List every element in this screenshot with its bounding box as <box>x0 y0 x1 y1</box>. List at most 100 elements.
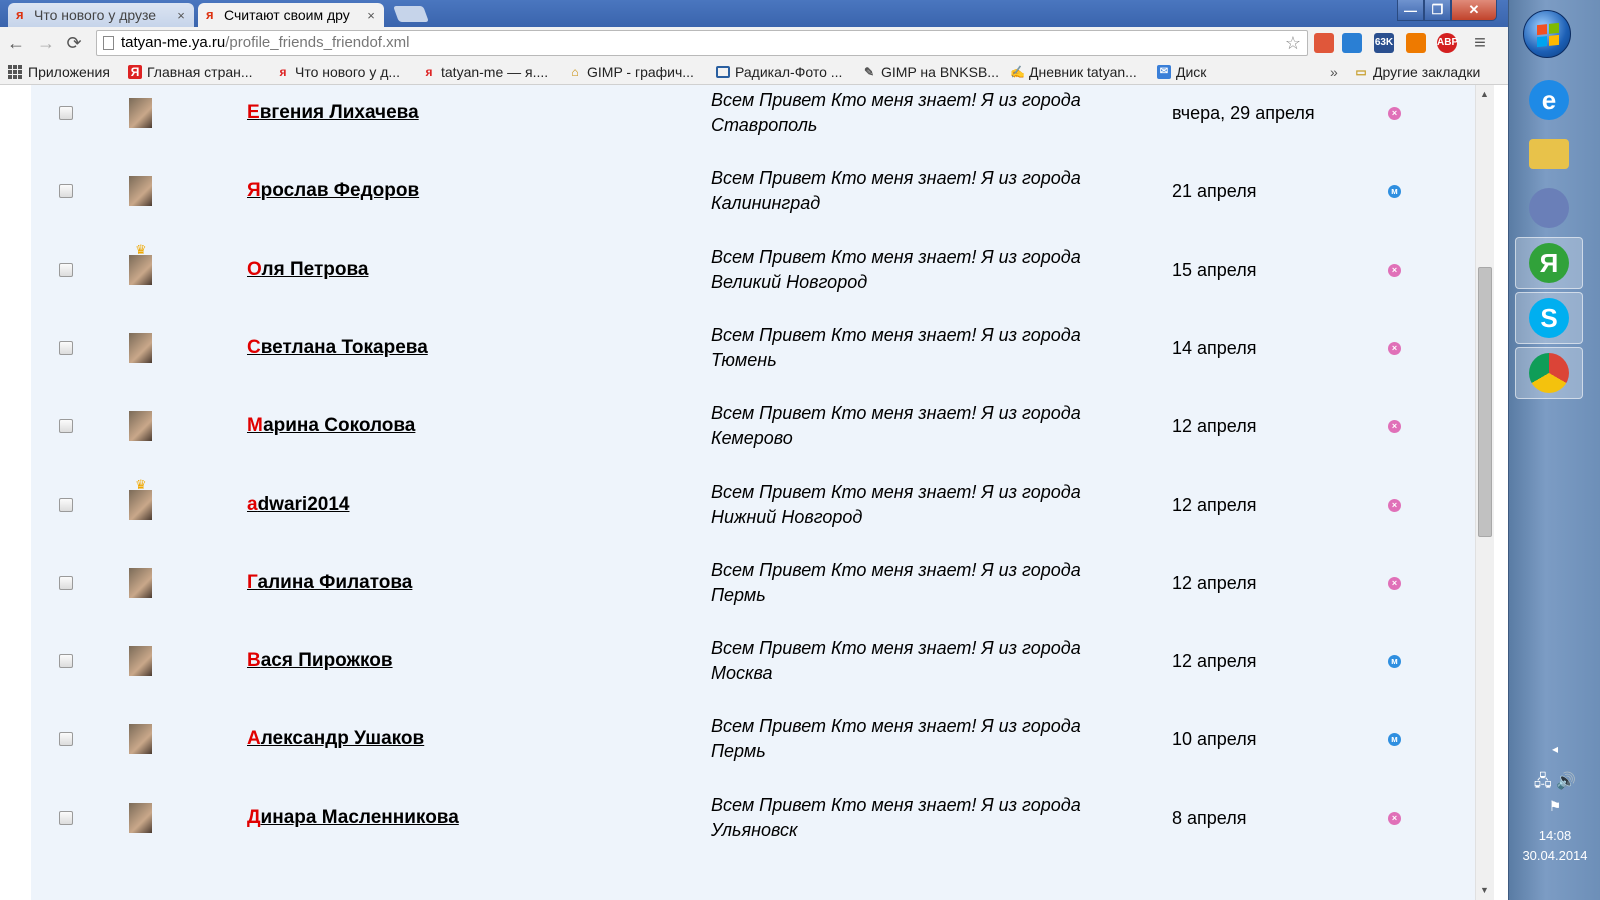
clock-time[interactable]: 14:08 <box>1509 828 1600 843</box>
avatar[interactable] <box>129 724 152 755</box>
friend-name-link[interactable]: Оля Петрова <box>247 259 368 281</box>
new-tab-button[interactable] <box>393 6 429 22</box>
avatar[interactable] <box>129 489 152 520</box>
name-rest: арина Соколова <box>263 415 416 437</box>
bookmark-radikal[interactable]: Радикал-Фото ... <box>716 63 842 81</box>
name-initial: С <box>247 336 261 358</box>
maximize-button[interactable]: ❐ <box>1424 0 1451 21</box>
select-checkbox[interactable] <box>59 575 73 590</box>
vertical-scrollbar[interactable]: ▲ ▼ <box>1475 85 1494 900</box>
yandex-browser-icon[interactable]: Я <box>1515 237 1583 289</box>
gimp-icon: ⌂ <box>571 65 579 79</box>
other-bookmarks[interactable]: ▭ Другие закладки <box>1354 63 1480 81</box>
ie-icon[interactable]: e <box>1515 74 1583 126</box>
browser-toolbar: ← → ⟳ tatyan-me.ya.ru/profile_friends_fr… <box>0 27 1525 59</box>
clock-date[interactable]: 30.04.2014 <box>1509 848 1600 863</box>
forward-button[interactable]: → <box>36 33 56 53</box>
bookmark-disk[interactable]: ✉ Диск <box>1157 63 1206 81</box>
bookmark-label: Другие закладки <box>1373 64 1481 80</box>
tray-expand-arrow[interactable]: ◂ <box>1509 742 1600 756</box>
select-checkbox[interactable] <box>59 732 73 747</box>
scroll-down-arrow[interactable]: ▼ <box>1480 885 1489 895</box>
friend-name-link[interactable]: Ярослав Федоров <box>247 180 419 202</box>
browser-chrome: я Что нового у друзе × я Считают своим д… <box>0 0 1525 85</box>
bookmark-apps[interactable]: Приложения <box>8 63 110 81</box>
bookmark-diary[interactable]: ✍ Дневник tatyan... <box>1010 63 1137 81</box>
tab-title: Считают своим дру <box>224 7 350 23</box>
reload-button[interactable]: ⟳ <box>64 33 84 53</box>
friend-name-link[interactable]: Евгения Лихачева <box>247 102 419 124</box>
avatar[interactable] <box>129 802 152 833</box>
select-checkbox[interactable] <box>59 654 73 669</box>
bookmark-label: Дневник tatyan... <box>1029 64 1137 80</box>
select-checkbox[interactable] <box>59 262 73 277</box>
scrollbar-thumb[interactable] <box>1478 267 1492 537</box>
extension-counter-icon[interactable]: 63K <box>1374 33 1394 53</box>
friend-name-link[interactable]: Динара Масленникова <box>247 807 459 829</box>
friend-name-link[interactable]: Светлана Токарева <box>247 337 428 359</box>
gender-female-icon: × <box>1388 263 1401 277</box>
bookmark-friends-news[interactable]: я Что нового у д... <box>276 63 400 81</box>
tab-friendof[interactable]: я Считают своим дру × <box>198 3 384 27</box>
paint-icon[interactable] <box>1515 182 1583 234</box>
status-city: Пермь <box>711 584 766 605</box>
start-button[interactable] <box>1523 10 1571 58</box>
explorer-folder-icon[interactable] <box>1515 128 1583 180</box>
gender-female-icon: × <box>1388 576 1401 590</box>
url-path: /profile_friends_friendof.xml <box>225 34 410 51</box>
extension-rss-icon[interactable] <box>1406 33 1426 53</box>
select-checkbox[interactable] <box>59 106 73 120</box>
avatar[interactable] <box>129 567 152 598</box>
friend-name-link[interactable]: Марина Соколова <box>247 415 415 437</box>
bookmarks-overflow-chevron[interactable]: » <box>1330 63 1338 81</box>
extension-opera-icon[interactable] <box>1314 33 1334 53</box>
action-center-flag-icon[interactable]: ⚑ <box>1509 798 1600 815</box>
select-checkbox[interactable] <box>59 184 73 199</box>
tab-title: Что нового у друзе <box>34 7 157 23</box>
scroll-up-arrow[interactable]: ▲ <box>1480 89 1489 99</box>
friend-date: 12 апреля <box>1172 572 1257 593</box>
bookmark-tatyan-me[interactable]: я tatyan-me — я.... <box>422 63 548 81</box>
extension-mail-icon[interactable] <box>1342 33 1362 53</box>
chrome-icon[interactable] <box>1515 347 1583 399</box>
tab-close-icon[interactable]: × <box>364 8 378 23</box>
friends-list: Евгения Лихачева Всем Привет Кто меня зна… <box>31 85 1475 900</box>
bookmark-label: Главная стран... <box>147 64 253 80</box>
friend-status: Всем Привет Кто меня знает! Я из города К… <box>711 166 1151 216</box>
address-bar[interactable]: tatyan-me.ya.ru/profile_friends_friendof… <box>96 30 1308 56</box>
tray-icons: 🖧 🔊 <box>1509 770 1600 797</box>
avatar[interactable] <box>129 411 152 442</box>
tab-close-icon[interactable]: × <box>174 8 188 23</box>
back-button[interactable]: ← <box>6 33 26 53</box>
friend-name-link[interactable]: Галина Филатова <box>247 572 412 594</box>
friend-row: Светлана Токарева Всем Привет Кто меня зн… <box>31 307 1475 387</box>
bookmark-gimp-bnksb[interactable]: ✎ GIMP на BNKSB... <box>862 63 999 81</box>
friend-name-link[interactable]: adwari2014 <box>247 494 349 516</box>
chrome-menu-icon[interactable]: ≡ <box>1470 33 1490 53</box>
network-icon[interactable]: 🖧 <box>1534 773 1552 790</box>
skype-icon[interactable]: S <box>1515 292 1583 344</box>
extension-adblock-icon[interactable]: ABP <box>1437 33 1458 53</box>
bookmark-label: Приложения <box>28 64 110 80</box>
close-window-button[interactable]: ✕ <box>1451 0 1497 21</box>
volume-icon[interactable]: 🔊 <box>1556 773 1576 790</box>
avatar[interactable] <box>129 332 152 363</box>
select-checkbox[interactable] <box>59 340 73 355</box>
bookmark-yandex-main[interactable]: Я Главная стран... <box>128 63 253 81</box>
avatar[interactable] <box>129 176 152 207</box>
bookmark-star-icon[interactable]: ☆ <box>1285 31 1301 55</box>
bookmark-gimp[interactable]: ⌂ GIMP - графич... <box>568 63 694 81</box>
avatar[interactable] <box>129 98 152 128</box>
select-checkbox[interactable] <box>59 419 73 434</box>
page-icon <box>103 36 114 50</box>
avatar[interactable] <box>129 646 152 677</box>
friend-name-link[interactable]: Вася Пирожков <box>247 650 393 672</box>
select-checkbox[interactable] <box>59 810 73 825</box>
select-checkbox[interactable] <box>59 497 73 512</box>
avatar[interactable] <box>129 254 152 285</box>
tab-friends-news[interactable]: я Что нового у друзе × <box>8 3 194 27</box>
friend-name-link[interactable]: Александр Ушаков <box>247 728 424 750</box>
photo-icon <box>716 66 730 78</box>
page-viewport: Евгения Лихачева Всем Привет Кто меня зна… <box>0 85 1508 900</box>
minimize-button[interactable]: — <box>1397 0 1424 21</box>
